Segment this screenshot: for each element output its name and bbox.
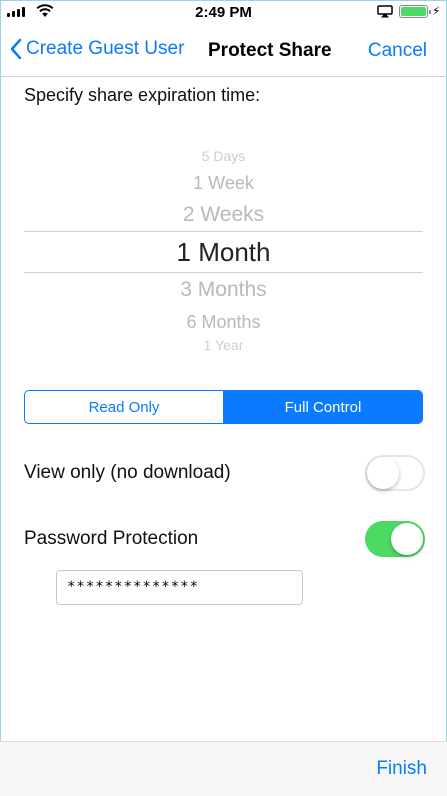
finish-button[interactable]: Finish (376, 758, 427, 780)
expiration-prompt: Specify share expiration time: (24, 85, 261, 105)
toggle-knob (367, 457, 399, 489)
picker-option[interactable]: 2 Weeks (24, 204, 423, 225)
chevron-left-icon (10, 38, 22, 60)
picker-option[interactable]: 1 Year (24, 338, 423, 352)
password-field[interactable]: ************** (56, 570, 303, 605)
view-only-toggle[interactable] (365, 455, 425, 491)
access-mode-segmented-control: Read Only Full Control (24, 390, 423, 424)
battery-icon (399, 5, 431, 18)
view-only-label: View only (no download) (24, 462, 231, 483)
picker-option[interactable]: 3 Months (24, 279, 423, 300)
picker-selection-top-line (24, 231, 423, 232)
segment-read-only[interactable]: Read Only (25, 391, 224, 423)
cancel-button[interactable]: Cancel (368, 40, 427, 62)
password-protection-toggle[interactable] (365, 521, 425, 557)
status-bar: 2:49 PM ⚡ (0, 0, 447, 26)
back-button[interactable]: Create Guest User (10, 38, 184, 60)
page-title: Protect Share (208, 40, 332, 61)
picker-option[interactable]: 5 Days (24, 149, 423, 163)
airplay-icon (377, 5, 393, 18)
picker-selection-bottom-line (24, 272, 423, 273)
picker-option[interactable]: 1 Week (24, 174, 423, 192)
picker-option[interactable]: 6 Months (24, 313, 423, 331)
bottom-toolbar: Finish (0, 741, 447, 796)
navigation-bar: Create Guest User Protect Share Cancel (0, 26, 447, 77)
toggle-knob (391, 523, 423, 555)
segment-full-control[interactable]: Full Control (224, 391, 422, 423)
expiration-picker[interactable]: 5 Days 1 Week 2 Weeks 1 Month 3 Months 6… (24, 140, 423, 360)
back-button-label: Create Guest User (26, 38, 185, 59)
picker-selected-option[interactable]: 1 Month (24, 239, 423, 265)
charging-bolt-icon: ⚡ (432, 4, 441, 18)
password-protection-label: Password Protection (24, 528, 199, 549)
